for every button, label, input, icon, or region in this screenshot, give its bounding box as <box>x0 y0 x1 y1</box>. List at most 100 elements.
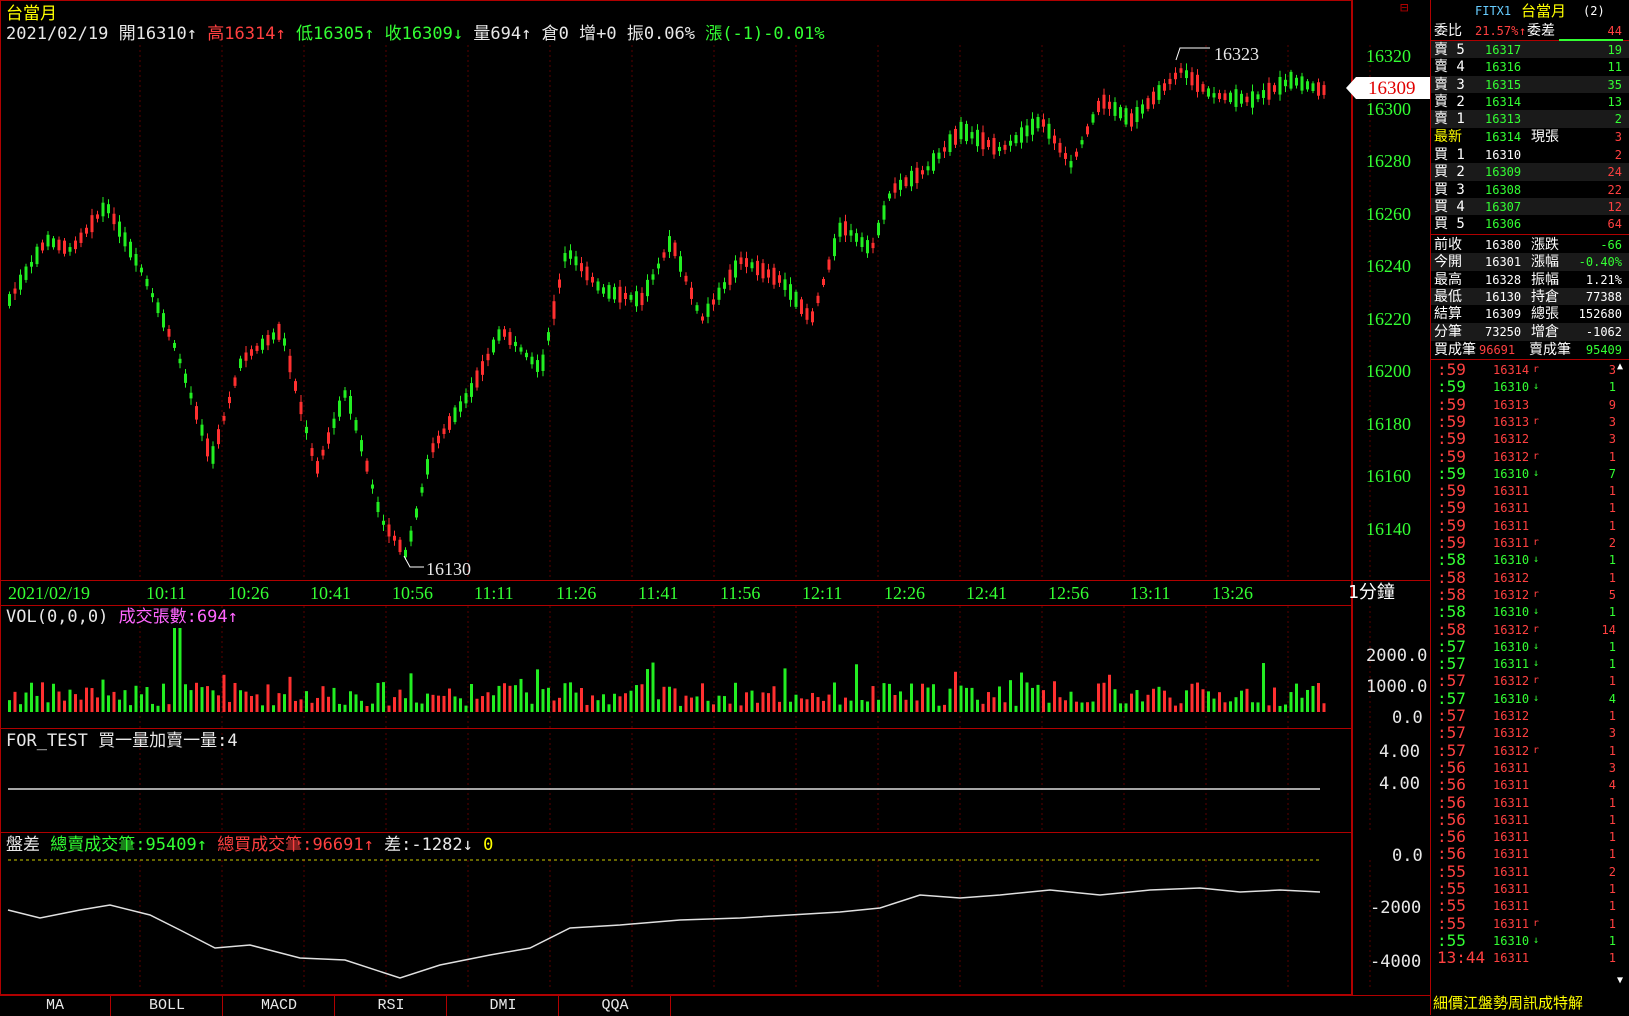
candle-body <box>1295 77 1298 86</box>
min-price-label: 16130 <box>426 559 471 579</box>
candle-body <box>926 166 930 171</box>
candle-body <box>1152 91 1155 105</box>
volume-bar <box>140 694 143 712</box>
candle-body <box>1273 85 1276 92</box>
candle-body <box>382 520 385 525</box>
candle-body <box>954 128 957 145</box>
candle-body <box>646 279 649 297</box>
ask-row[interactable]: 賣 4 16316 11 <box>1431 58 1629 77</box>
tick-mark: ↓ <box>1533 606 1540 618</box>
volume-bar <box>965 687 968 712</box>
volume-bar <box>827 694 831 712</box>
bid-row[interactable]: 買 5 16306 64 <box>1431 215 1629 234</box>
tab-boll[interactable]: BOLL <box>112 996 223 1016</box>
candle-body <box>827 259 831 270</box>
tick-time: :58 <box>1437 584 1466 604</box>
tab-rsi[interactable]: RSI <box>336 996 447 1016</box>
candle-body <box>327 432 330 444</box>
volume-bar <box>173 628 176 712</box>
candle-body <box>1174 72 1177 80</box>
tick-qty: 1 <box>1608 553 1616 568</box>
bid-row[interactable]: 買 4 16307 12 <box>1431 197 1629 216</box>
candle-body <box>1245 96 1249 103</box>
tick-row: :59 16312 r 1 <box>1431 447 1629 466</box>
candle-body <box>536 360 539 372</box>
tick-row: :56 16311 1 <box>1431 810 1629 829</box>
volume-bar <box>1053 681 1056 712</box>
candle-body <box>794 291 798 307</box>
candle-body <box>574 256 578 266</box>
tick-price: 16312 <box>1493 570 1530 585</box>
tick-time: :59 <box>1437 498 1466 518</box>
volume-bar <box>288 676 292 712</box>
volume-bar <box>41 682 44 712</box>
tick-time: :57 <box>1437 688 1466 708</box>
bid-label: 買 3 <box>1434 181 1465 198</box>
tick-price: 16311 <box>1493 830 1530 845</box>
tab-ma[interactable]: MA <box>0 996 111 1016</box>
ask-row[interactable]: 賣 3 16315 35 <box>1431 75 1629 94</box>
volume-bar <box>536 669 539 712</box>
candle-body <box>910 170 913 187</box>
quote-title-row: FITX1 台當月 (2) <box>1431 2 1629 20</box>
tick-price: 16311 <box>1493 847 1530 862</box>
candle-body <box>662 252 666 258</box>
tick-mark: r <box>1533 623 1540 635</box>
tab-qqa[interactable]: QQA <box>560 996 671 1016</box>
stat-value: 73250 <box>1485 324 1522 339</box>
candle-body <box>739 257 743 265</box>
tick-scroll-down[interactable]: ▼ <box>1617 976 1623 986</box>
tick-qty: 1 <box>1608 709 1616 723</box>
candle-body <box>1080 140 1084 145</box>
tick-price: 16310 <box>1493 691 1530 706</box>
ask-row[interactable]: 賣 5 16317 19 <box>1431 41 1629 59</box>
ask-label: 賣 1 <box>1434 111 1465 128</box>
candle-body <box>1020 127 1023 143</box>
volume-bar <box>475 698 479 712</box>
candle-body <box>624 292 627 300</box>
candle-body <box>63 240 66 254</box>
for-test-tick: 4.00 <box>1379 774 1420 794</box>
candle-body <box>1163 83 1166 91</box>
tab-macd[interactable]: MACD <box>224 996 335 1016</box>
candle-body <box>261 338 264 350</box>
candle-body <box>448 416 451 430</box>
tab-dmi[interactable]: DMI <box>448 996 559 1016</box>
tick-qty: 3 <box>1608 760 1616 775</box>
tick-mark: r <box>1533 675 1540 687</box>
bid-row[interactable]: 買 2 16309 24 <box>1431 163 1629 182</box>
bid-row[interactable]: 買 1 16310 2 <box>1431 146 1629 164</box>
time-tick: 10:11 <box>146 583 187 603</box>
stat-row: 分筆 73250 增倉 -1062 <box>1431 322 1629 341</box>
stat-value: 77388 <box>1585 289 1622 304</box>
volume-bar <box>1168 697 1172 712</box>
volume-bar <box>437 695 440 712</box>
candle-body <box>767 269 770 278</box>
period-label[interactable]: 1分鐘 <box>1348 584 1395 602</box>
tick-scroll-up[interactable]: ▲ <box>1617 362 1623 372</box>
bid-row[interactable]: 買 3 16308 22 <box>1431 180 1629 199</box>
volume-bar <box>1086 702 1089 712</box>
ask-row[interactable]: 賣 1 16313 2 <box>1431 110 1629 129</box>
ask-row[interactable]: 賣 2 16314 13 <box>1431 92 1629 111</box>
candle-body <box>1102 94 1106 109</box>
tick-row: :56 16311 1 <box>1431 828 1629 846</box>
tick-footer[interactable]: 細價江盤勢周訊成特解 <box>1433 996 1583 1011</box>
stat-value: -0.40% <box>1578 255 1622 270</box>
volume-bar <box>954 671 957 712</box>
sell-trades-value: 95409 <box>1585 343 1622 357</box>
candle-body <box>294 381 297 391</box>
volume-bar <box>646 669 649 712</box>
candle-body <box>459 401 462 412</box>
candle-body <box>1262 90 1265 98</box>
candle-body <box>684 275 688 282</box>
panel-close-button[interactable]: ⊟ <box>1400 1 1408 15</box>
candle-body <box>1251 91 1254 108</box>
volume-bar <box>1218 692 1221 712</box>
tick-row: :59 16311 r 2 <box>1431 534 1629 552</box>
volume-bar <box>1311 685 1315 712</box>
candle-body <box>943 147 946 152</box>
volume-bar <box>805 699 809 712</box>
volume-bar <box>761 692 765 712</box>
tick-row: :59 16313 r 3 <box>1431 412 1629 431</box>
